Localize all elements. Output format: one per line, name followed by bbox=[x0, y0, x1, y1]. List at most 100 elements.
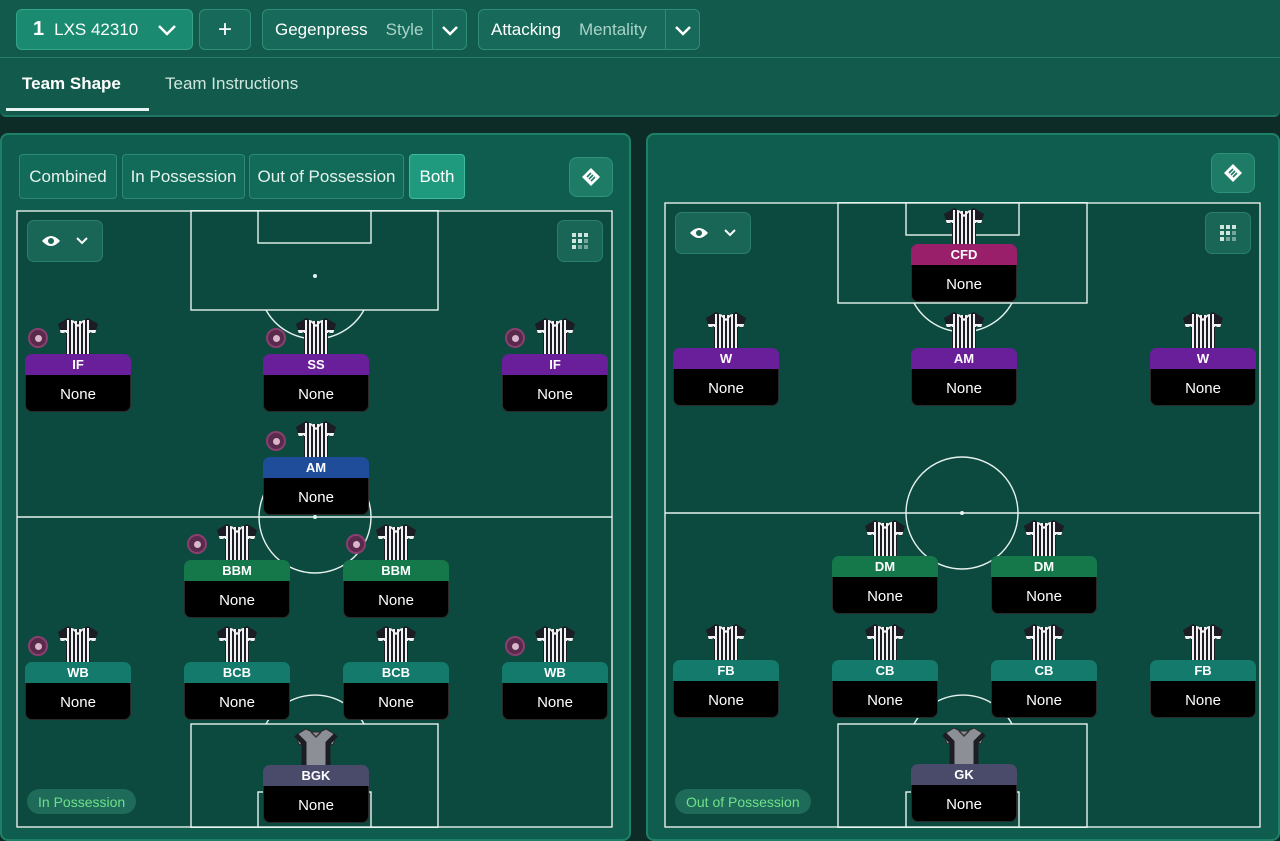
mentality-dropdown[interactable]: Attacking Mentality bbox=[478, 9, 700, 50]
player-shirt-icon bbox=[1183, 624, 1223, 664]
player-card[interactable]: FB None bbox=[1150, 622, 1256, 718]
duty-label: None bbox=[832, 577, 938, 614]
role-label: BBM bbox=[184, 560, 290, 581]
segment-combined[interactable]: Combined bbox=[19, 154, 117, 199]
eye-icon bbox=[42, 236, 60, 246]
player-card[interactable]: W None bbox=[673, 310, 779, 406]
duty-label: None bbox=[991, 681, 1097, 718]
grid-view-icon bbox=[572, 233, 588, 249]
grid-view-button[interactable] bbox=[557, 220, 603, 262]
role-label: GK bbox=[911, 764, 1017, 785]
chevron-down-icon bbox=[724, 229, 736, 237]
role-label: AM bbox=[911, 348, 1017, 369]
role-label: DM bbox=[991, 556, 1097, 577]
style-label: Style bbox=[385, 19, 424, 39]
duty-label: None bbox=[911, 265, 1017, 302]
player-shirt-icon bbox=[535, 318, 575, 358]
role-label: FB bbox=[1150, 660, 1256, 681]
tactic-board-icon bbox=[582, 168, 600, 186]
duty-label: None bbox=[343, 581, 449, 618]
player-instruction-icon[interactable] bbox=[505, 636, 525, 656]
segment-out-of-possession[interactable]: Out of Possession bbox=[249, 154, 404, 199]
role-label: IF bbox=[25, 354, 131, 375]
player-card[interactable]: WB None bbox=[502, 624, 608, 720]
goalkeeper-shirt-icon bbox=[294, 728, 338, 769]
player-shirt-icon bbox=[865, 624, 905, 664]
chevron-down-icon[interactable] bbox=[665, 10, 699, 49]
visibility-toggle[interactable] bbox=[27, 220, 103, 262]
player-instruction-icon[interactable] bbox=[187, 534, 207, 554]
player-instruction-icon[interactable] bbox=[28, 328, 48, 348]
player-card[interactable]: WB None bbox=[25, 624, 131, 720]
duty-label: None bbox=[911, 369, 1017, 406]
tactic-slot-number: 1 bbox=[33, 18, 45, 40]
tab-team-instructions[interactable]: Team Instructions bbox=[165, 74, 298, 94]
segment-in-possession[interactable]: In Possession bbox=[122, 154, 245, 199]
duty-label: None bbox=[343, 683, 449, 720]
player-card[interactable]: AM None bbox=[911, 310, 1017, 406]
player-shirt-icon bbox=[1024, 624, 1064, 664]
role-label: W bbox=[1150, 348, 1256, 369]
style-dropdown[interactable]: Gegenpress Style bbox=[262, 9, 467, 50]
player-card[interactable]: GK None bbox=[911, 726, 1017, 822]
role-label: BCB bbox=[184, 662, 290, 683]
player-card[interactable]: IF None bbox=[25, 316, 131, 412]
player-card[interactable]: CFD None bbox=[911, 206, 1017, 302]
player-card[interactable]: BGK None bbox=[263, 727, 369, 823]
tactic-selector[interactable]: 1 LXS 42310 bbox=[16, 9, 193, 50]
player-instruction-icon[interactable] bbox=[505, 328, 525, 348]
chevron-down-icon[interactable] bbox=[432, 10, 466, 49]
mentality-value: Attacking bbox=[491, 19, 561, 39]
duty-label: None bbox=[263, 375, 369, 412]
role-label: WB bbox=[25, 662, 131, 683]
player-instruction-icon[interactable] bbox=[346, 534, 366, 554]
role-label: BCB bbox=[343, 662, 449, 683]
player-shirt-icon bbox=[58, 318, 98, 358]
player-instruction-icon[interactable] bbox=[28, 636, 48, 656]
player-card[interactable]: FB None bbox=[673, 622, 779, 718]
player-shirt-icon bbox=[1183, 312, 1223, 352]
tactic-name: LXS 42310 bbox=[54, 19, 139, 39]
add-tactic-button[interactable]: + bbox=[199, 9, 251, 50]
player-instruction-icon[interactable] bbox=[266, 328, 286, 348]
player-instruction-icon[interactable] bbox=[266, 431, 286, 451]
player-card[interactable]: DM None bbox=[991, 518, 1097, 614]
chevron-down-icon bbox=[158, 25, 176, 36]
tactics-header: 1 LXS 42310 + Gegenpress Style Attacking… bbox=[0, 0, 1280, 117]
player-shirt-icon bbox=[706, 624, 746, 664]
tactic-board-icon bbox=[1224, 164, 1242, 182]
duty-label: None bbox=[25, 683, 131, 720]
tab-team-shape[interactable]: Team Shape bbox=[22, 74, 121, 94]
player-card[interactable]: BCB None bbox=[184, 624, 290, 720]
player-card[interactable]: DM None bbox=[832, 518, 938, 614]
tabs-divider bbox=[0, 57, 1280, 58]
duty-label: None bbox=[25, 375, 131, 412]
player-card[interactable]: IF None bbox=[502, 316, 608, 412]
role-label: IF bbox=[502, 354, 608, 375]
player-shirt-icon bbox=[296, 421, 336, 461]
player-card[interactable]: CB None bbox=[991, 622, 1097, 718]
style-value: Gegenpress bbox=[275, 19, 368, 39]
pitch-out-of-possession: Out of Possession CFD None W None AM None W Non… bbox=[664, 202, 1261, 828]
duty-label: None bbox=[911, 785, 1017, 822]
grid-view-button[interactable] bbox=[1205, 212, 1251, 254]
segment-both[interactable]: Both bbox=[409, 154, 465, 199]
player-card[interactable]: AM None bbox=[263, 419, 369, 515]
role-label: DM bbox=[832, 556, 938, 577]
tactic-board-button[interactable] bbox=[569, 157, 613, 197]
tactic-board-button[interactable] bbox=[1211, 153, 1255, 193]
player-card[interactable]: W None bbox=[1150, 310, 1256, 406]
visibility-toggle[interactable] bbox=[675, 212, 751, 254]
player-card[interactable]: SS None bbox=[263, 316, 369, 412]
player-shirt-icon bbox=[944, 312, 984, 352]
player-card[interactable]: CB None bbox=[832, 622, 938, 718]
role-label: CFD bbox=[911, 244, 1017, 265]
player-shirt-icon bbox=[865, 520, 905, 560]
player-card[interactable]: BBM None bbox=[343, 522, 449, 618]
player-card[interactable]: BBM None bbox=[184, 522, 290, 618]
player-shirt-icon bbox=[58, 626, 98, 666]
player-shirt-icon bbox=[376, 524, 416, 564]
active-tab-indicator bbox=[6, 108, 149, 111]
player-card[interactable]: BCB None bbox=[343, 624, 449, 720]
player-shirt-icon bbox=[296, 318, 336, 358]
